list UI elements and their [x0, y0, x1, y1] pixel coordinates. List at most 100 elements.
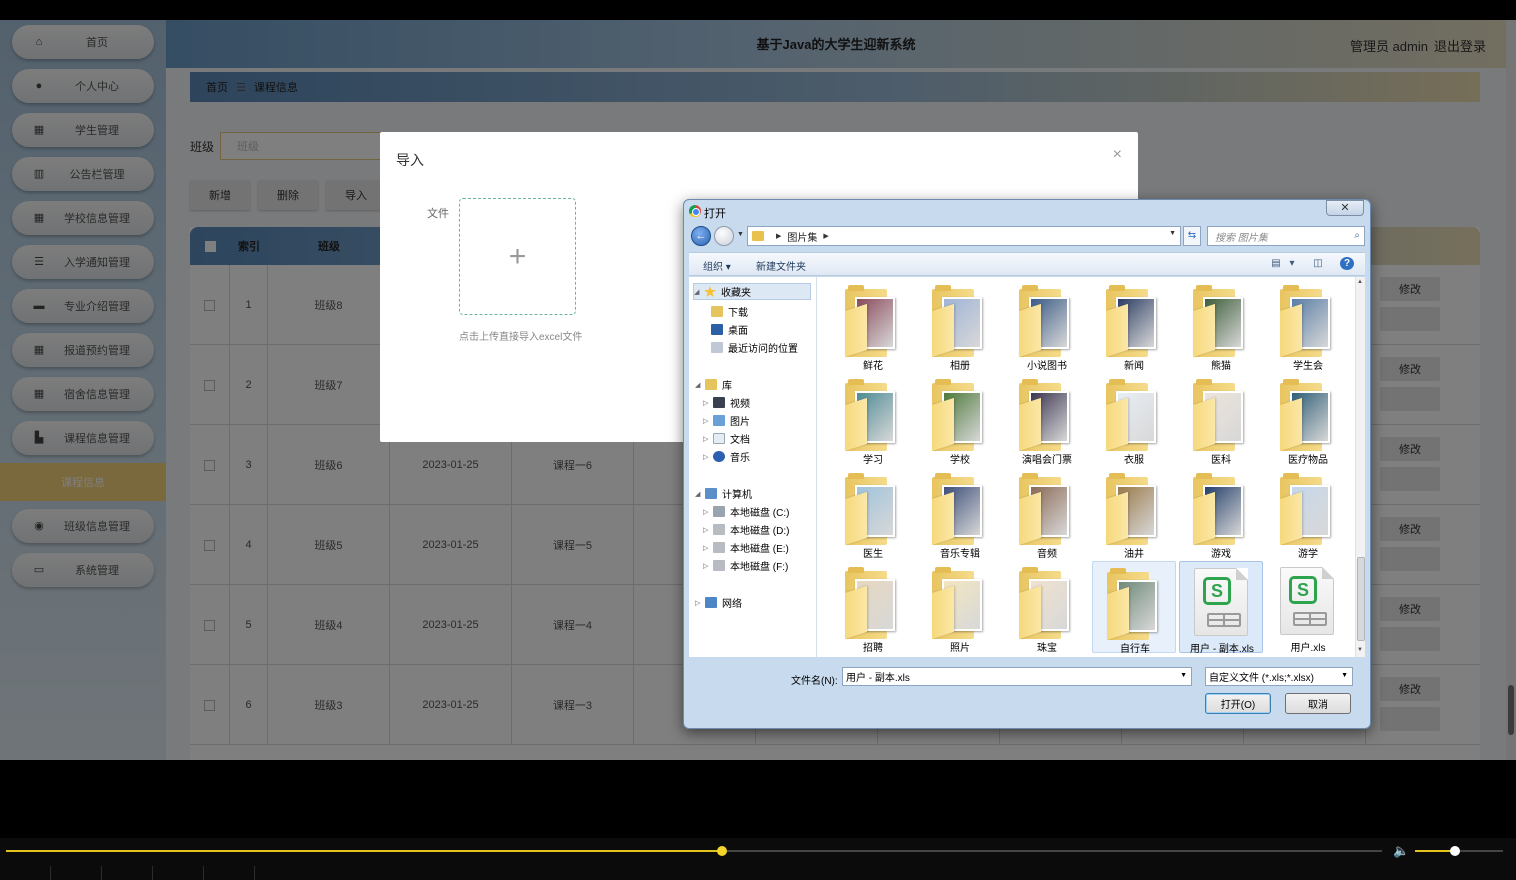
- collapse-icon[interactable]: ◢: [695, 490, 705, 498]
- folder-item[interactable]: 学生会: [1266, 279, 1350, 372]
- tree-recent[interactable]: 最近访问的位置: [711, 340, 798, 355]
- upload-area[interactable]: +: [459, 198, 576, 315]
- player-slot[interactable]: [102, 866, 153, 880]
- scroll-up-icon[interactable]: ▲: [1357, 279, 1363, 285]
- help-icon[interactable]: ?: [1340, 257, 1354, 270]
- tree-favorites[interactable]: ◢ 收藏夹: [693, 283, 811, 300]
- expand-icon[interactable]: ▷: [695, 599, 705, 607]
- volume-handle[interactable]: [1450, 846, 1460, 856]
- tree-library[interactable]: ◢ 库: [695, 377, 732, 392]
- documents-icon: [713, 433, 725, 444]
- folder-icon: [932, 379, 986, 451]
- tree-disk-c[interactable]: ▷ 本地磁盘 (C:): [703, 504, 789, 519]
- xls-file-item[interactable]: S 用户.xls: [1266, 561, 1350, 654]
- folder-item[interactable]: 熊猫: [1179, 279, 1263, 372]
- tree-disk-e[interactable]: ▷ 本地磁盘 (E:): [703, 540, 789, 555]
- tree-network[interactable]: ▷ 网络: [695, 595, 742, 610]
- folder-item[interactable]: 游学: [1266, 467, 1350, 560]
- folder-item[interactable]: 油井: [1092, 467, 1176, 560]
- folder-item[interactable]: 珠宝: [1005, 561, 1089, 654]
- dialog-title: 打开: [704, 208, 726, 220]
- expand-icon[interactable]: ▷: [703, 562, 713, 570]
- file-list-scrollbar-thumb[interactable]: [1357, 557, 1365, 641]
- expand-icon[interactable]: ▷: [703, 399, 713, 407]
- view-dropdown-icon[interactable]: ▾: [1285, 257, 1299, 270]
- folder-item[interactable]: 自行车: [1092, 561, 1176, 655]
- expand-icon[interactable]: ▷: [703, 526, 713, 534]
- filetype-dropdown-icon[interactable]: ▼: [1341, 672, 1348, 679]
- tree-videos[interactable]: ▷ 视频: [703, 395, 750, 410]
- folder-item[interactable]: 音乐专辑: [918, 467, 1002, 560]
- folder-item[interactable]: 游戏: [1179, 467, 1263, 560]
- tree-desktop[interactable]: 桌面: [711, 322, 748, 337]
- tree-computer[interactable]: ◢ 计算机: [695, 486, 752, 501]
- folder-item[interactable]: 学校: [918, 373, 1002, 466]
- refresh-icon[interactable]: ⇆: [1183, 226, 1201, 246]
- dialog-search-input[interactable]: 搜索 图片集 ⌕: [1207, 226, 1365, 246]
- modal-close-icon[interactable]: ×: [1113, 146, 1122, 164]
- folder-item[interactable]: 医疗物品: [1266, 373, 1350, 466]
- folder-item[interactable]: 鲜花: [831, 279, 915, 372]
- preview-pane-icon[interactable]: ◫: [1311, 257, 1325, 270]
- open-button[interactable]: 打开(O): [1205, 693, 1271, 714]
- player-slot[interactable]: [153, 866, 204, 880]
- address-dropdown-icon[interactable]: ▼: [1169, 230, 1176, 237]
- chevron-right-icon[interactable]: ▶: [823, 232, 828, 240]
- file-name: 学校: [950, 455, 970, 466]
- expand-icon[interactable]: ▷: [703, 417, 713, 425]
- expand-icon[interactable]: ▷: [703, 435, 713, 443]
- pictures-icon: [713, 415, 725, 426]
- tree-documents[interactable]: ▷ 文档: [703, 431, 750, 446]
- player-slot[interactable]: [204, 866, 255, 880]
- folder-item[interactable]: 演唱会门票: [1005, 373, 1089, 466]
- downloads-icon: [711, 306, 723, 317]
- xls-file-item[interactable]: S 用户 - 副本.xls: [1179, 561, 1263, 655]
- filetype-select[interactable]: 自定义文件 (*.xls;*.xlsx) ▼: [1205, 667, 1353, 686]
- player-slot[interactable]: [51, 866, 102, 880]
- expand-icon[interactable]: ▷: [703, 508, 713, 516]
- folder-item[interactable]: 医生: [831, 467, 915, 560]
- tree-downloads[interactable]: 下载: [711, 304, 748, 319]
- address-bar[interactable]: ▶ 图片集 ▶ ▼: [747, 226, 1181, 246]
- tree-disk-d[interactable]: ▷ 本地磁盘 (D:): [703, 522, 789, 537]
- tree-library-label: 库: [722, 381, 732, 392]
- dialog-close-button[interactable]: ✕: [1326, 200, 1364, 216]
- volume-icon[interactable]: 🔈: [1393, 843, 1409, 859]
- filename-dropdown-icon[interactable]: ▼: [1180, 672, 1187, 679]
- folder-front: [1193, 303, 1215, 357]
- back-arrow-icon[interactable]: ←: [691, 226, 711, 246]
- folder-item[interactable]: 照片: [918, 561, 1002, 654]
- tree-disk-f[interactable]: ▷ 本地磁盘 (F:): [703, 558, 788, 573]
- history-dropdown-icon[interactable]: ▼: [737, 231, 744, 238]
- folder-item[interactable]: 相册: [918, 279, 1002, 372]
- expand-icon[interactable]: ▷: [703, 544, 713, 552]
- folder-item[interactable]: 招聘: [831, 561, 915, 654]
- folder-item[interactable]: 衣服: [1092, 373, 1176, 466]
- collapse-icon[interactable]: ◢: [694, 288, 704, 296]
- expand-icon[interactable]: ▷: [703, 453, 713, 461]
- folder-item[interactable]: 新闻: [1092, 279, 1176, 372]
- scroll-down-icon[interactable]: ▼: [1357, 647, 1363, 653]
- cancel-button[interactable]: 取消: [1285, 693, 1351, 714]
- folder-item[interactable]: 学习: [831, 373, 915, 466]
- folder-item[interactable]: 音频: [1005, 467, 1089, 560]
- folder-front: [1019, 491, 1041, 545]
- folder-icon: [1193, 285, 1247, 357]
- sheet-grid-icon: [1293, 612, 1327, 626]
- new-folder-button[interactable]: 新建文件夹: [756, 258, 806, 273]
- file-name: 珠宝: [1037, 643, 1057, 654]
- filename-input[interactable]: 用户 - 副本.xls ▼: [842, 667, 1192, 686]
- collapse-icon[interactable]: ◢: [695, 381, 705, 389]
- tree-pictures[interactable]: ▷ 图片: [703, 413, 750, 428]
- seek-handle[interactable]: [717, 846, 727, 856]
- file-list-scrollbar[interactable]: ▲ ▼: [1355, 277, 1365, 657]
- file-name: 游戏: [1211, 549, 1231, 560]
- organize-menu[interactable]: 组织 ▾: [703, 258, 731, 273]
- forward-arrow-icon[interactable]: [714, 226, 734, 246]
- folder-item[interactable]: 医科: [1179, 373, 1263, 466]
- view-options-icon[interactable]: ▤: [1269, 257, 1283, 270]
- player-slot[interactable]: [0, 866, 51, 880]
- tree-music[interactable]: ▷ 音乐: [703, 449, 750, 464]
- folder-item[interactable]: 小说图书: [1005, 279, 1089, 372]
- recent-places-icon: [711, 342, 723, 353]
